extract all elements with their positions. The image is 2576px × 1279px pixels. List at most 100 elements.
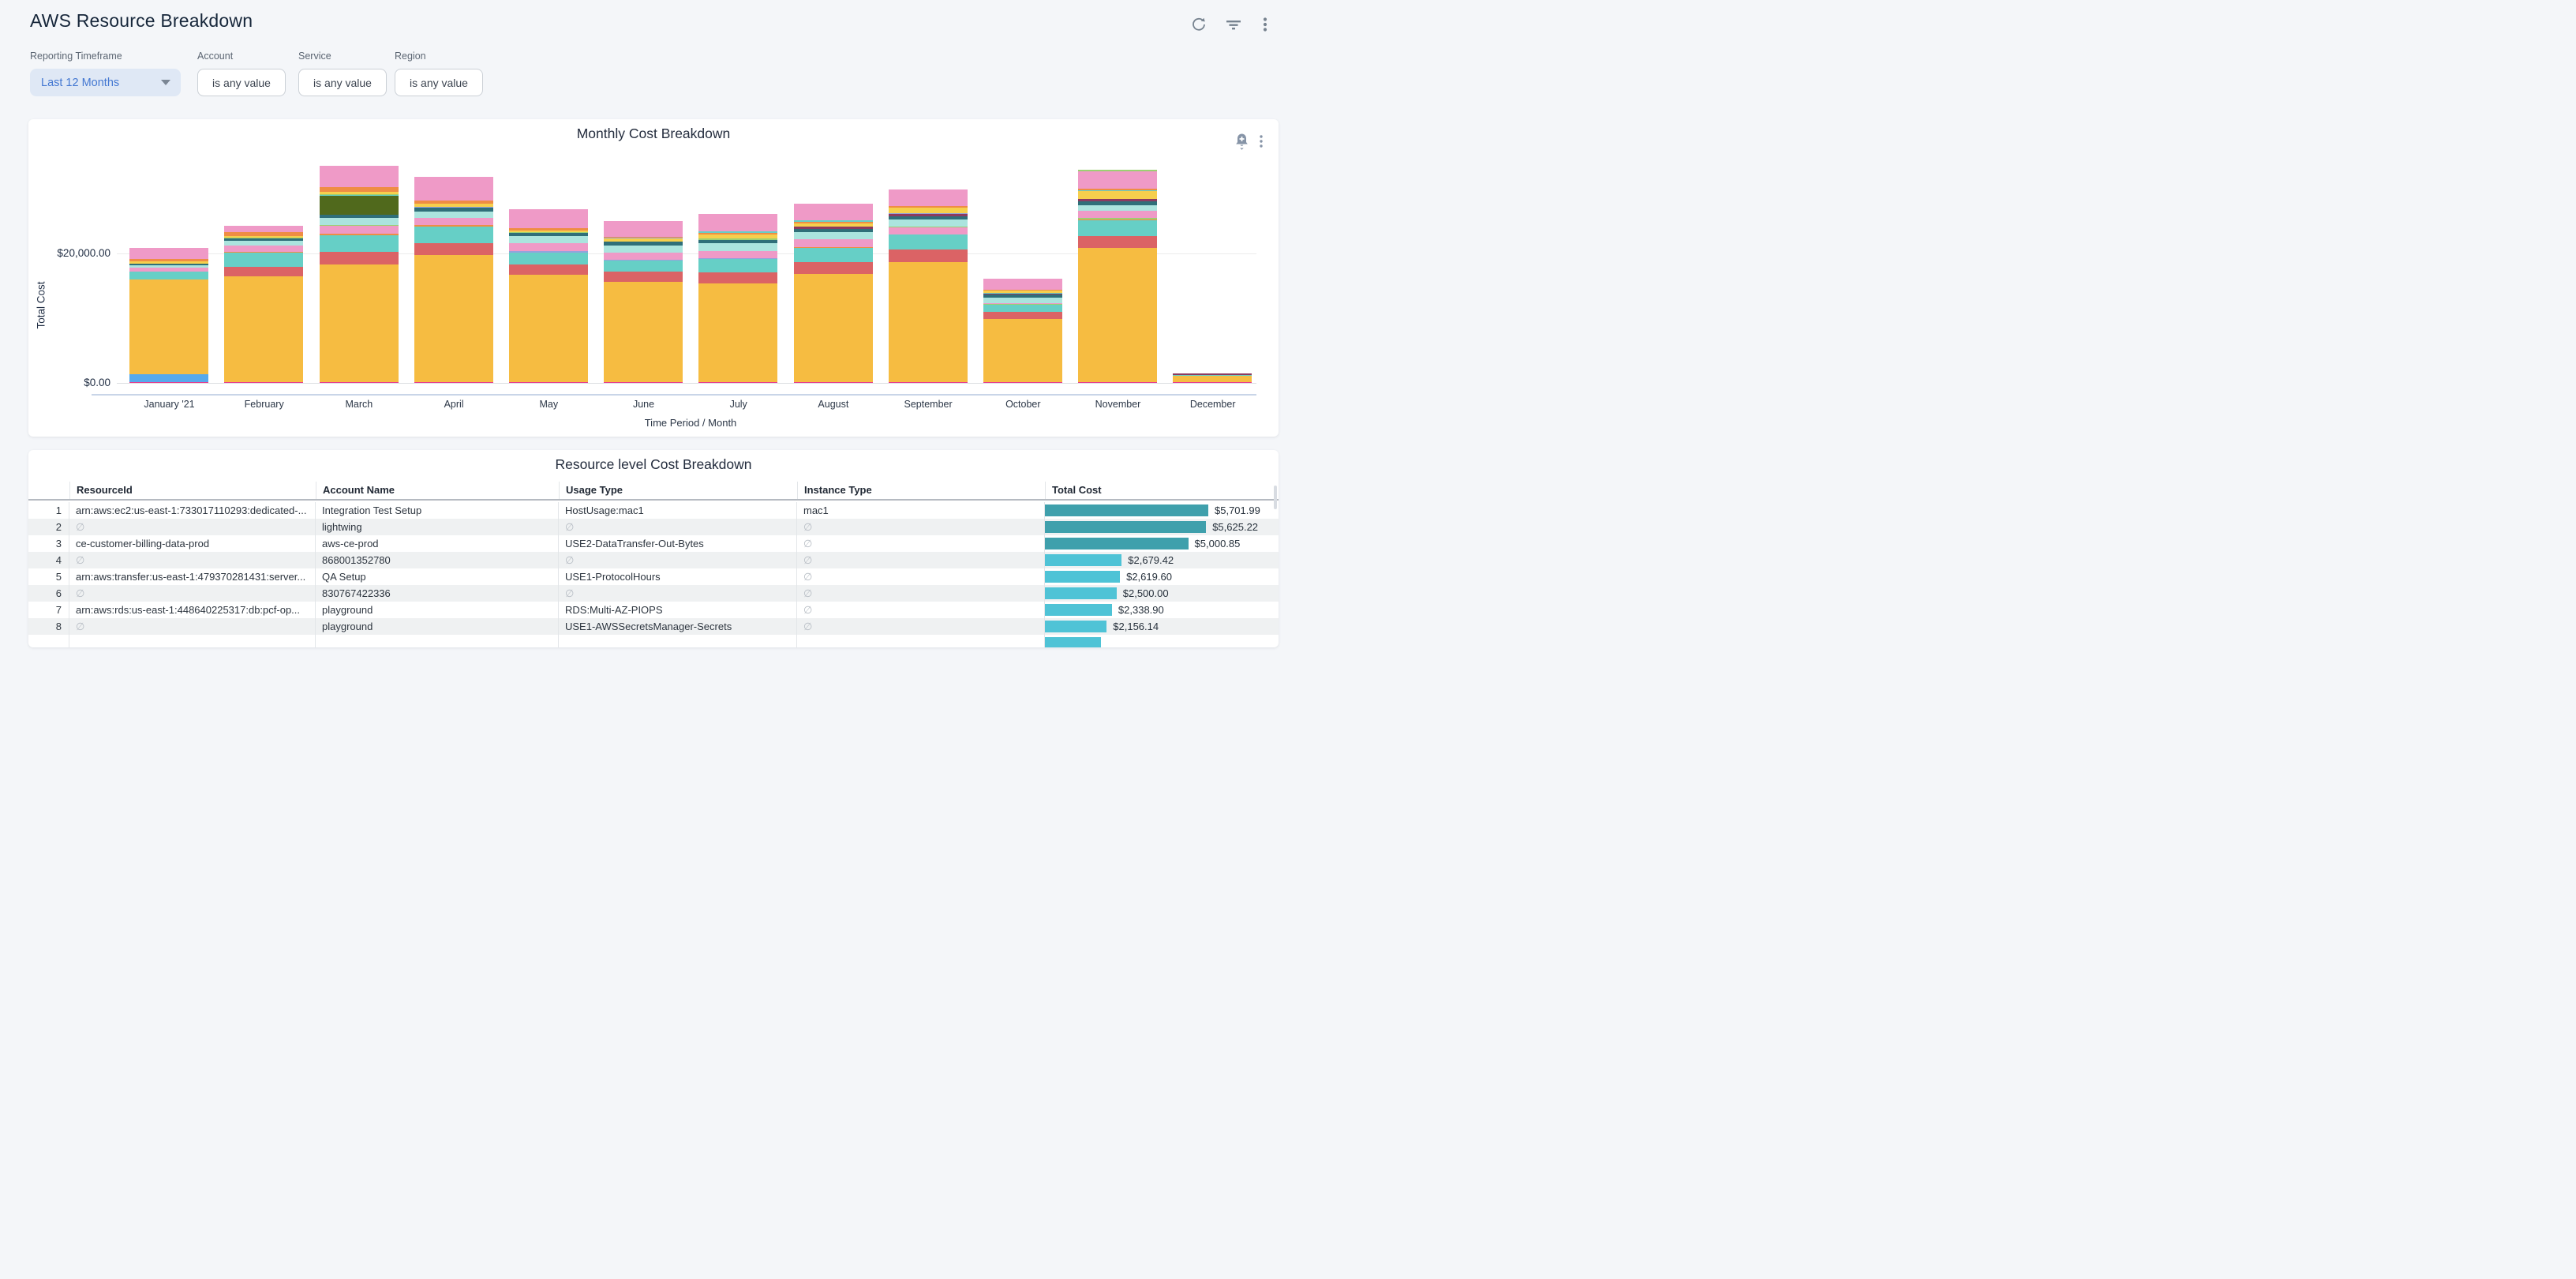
cell-usage-type[interactable]: ∅ [559, 519, 797, 535]
cell-total-cost[interactable]: $2,619.60 [1045, 568, 1279, 585]
bar-segment-amber[interactable] [794, 274, 873, 382]
stacked-bar-september[interactable] [889, 189, 968, 383]
bar-segment-magenta[interactable] [604, 382, 683, 383]
cell-resource-id[interactable]: ce-customer-billing-data-prod [69, 535, 316, 552]
bar-segment-pink[interactable] [320, 166, 399, 187]
cell-instance-type[interactable]: ∅ [797, 535, 1045, 552]
table-row[interactable]: 6∅830767422336∅∅$2,500.00 [28, 585, 1279, 602]
bar-segment-pink[interactable] [698, 214, 777, 231]
stacked-bar-october[interactable] [983, 279, 1062, 383]
cell-resource-id[interactable]: ∅ [69, 618, 316, 635]
cell-account-name[interactable]: playground [316, 602, 559, 618]
bar-segment-pink[interactable] [509, 209, 588, 228]
bar-segment-amber[interactable] [129, 279, 208, 374]
bar-segment-red[interactable] [794, 262, 873, 274]
bar-segment-amber[interactable] [889, 262, 968, 382]
bar-segment-amber[interactable] [320, 264, 399, 382]
cell-account-name[interactable]: 868001352780 [316, 552, 559, 568]
stacked-bar-february[interactable] [224, 226, 303, 383]
refresh-icon[interactable] [1189, 14, 1209, 35]
header-usage-type[interactable]: Usage Type [559, 482, 797, 499]
bar-segment-magenta[interactable] [129, 382, 208, 383]
bar-segment-magenta[interactable] [414, 382, 493, 383]
stacked-bar-june[interactable] [604, 221, 683, 383]
bar-segment-pink[interactable] [414, 177, 493, 201]
table-row[interactable]: 8∅playgroundUSE1-AWSSecretsManager-Secre… [28, 618, 1279, 635]
bar-segment-pale_cyan[interactable] [320, 218, 399, 225]
bar-segment-red[interactable] [414, 243, 493, 255]
bar-segment-red[interactable] [889, 249, 968, 262]
table-row[interactable]: 2∅lightwing∅∅$5,625.22 [28, 519, 1279, 535]
bar-segment-teal[interactable] [224, 253, 303, 266]
stacked-bar-august[interactable] [794, 204, 873, 383]
bar-segment-pale_cyan[interactable] [414, 212, 493, 218]
bar-segment-olive[interactable] [320, 196, 399, 215]
bar-segment-pale_cyan[interactable] [604, 246, 683, 253]
region-filter-button[interactable]: is any value [395, 69, 483, 96]
table-scrollbar[interactable] [1274, 486, 1277, 509]
cell-resource-id[interactable]: arn:aws:transfer:us-east-1:479370281431:… [69, 568, 316, 585]
bar-segment-magenta[interactable] [1173, 382, 1252, 383]
bar-segment-red[interactable] [983, 312, 1062, 319]
cell-total-cost[interactable] [1045, 635, 1279, 647]
bar-segment-pale_cyan[interactable] [698, 243, 777, 250]
bar-segment-pink[interactable] [509, 243, 588, 251]
cell-instance-type[interactable] [797, 635, 1045, 647]
bar-segment-red[interactable] [604, 272, 683, 282]
bar-segment-magenta[interactable] [224, 382, 303, 383]
table-row[interactable]: 5arn:aws:transfer:us-east-1:479370281431… [28, 568, 1279, 585]
cell-account-name[interactable]: Integration Test Setup [316, 502, 559, 519]
stacked-bar-november[interactable] [1078, 170, 1157, 383]
bar-segment-pale_cyan[interactable] [794, 232, 873, 239]
table-row[interactable]: 7arn:aws:rds:us-east-1:448640225317:db:p… [28, 602, 1279, 618]
cell-usage-type[interactable]: USE1-ProtocolHours [559, 568, 797, 585]
bar-segment-magenta[interactable] [1078, 382, 1157, 383]
bar-segment-pink[interactable] [224, 246, 303, 252]
bar-segment-yellow[interactable] [889, 208, 968, 213]
cell-total-cost[interactable]: $2,338.90 [1045, 602, 1279, 618]
cell-resource-id[interactable]: ∅ [69, 552, 316, 568]
header-resource-id[interactable]: ResourceId [69, 482, 316, 499]
cell-usage-type[interactable]: ∅ [559, 552, 797, 568]
bar-segment-pink[interactable] [414, 218, 493, 225]
table-row[interactable]: 1arn:aws:ec2:us-east-1:733017110293:dedi… [28, 502, 1279, 519]
bar-segment-teal[interactable] [604, 261, 683, 272]
stacked-bar-january-21[interactable] [129, 248, 208, 383]
cell-resource-id[interactable] [69, 635, 316, 647]
bar-segment-teal[interactable] [414, 227, 493, 243]
bar-segment-pink[interactable] [1078, 211, 1157, 218]
stacked-bar-july[interactable] [698, 214, 777, 383]
bar-segment-teal[interactable] [1078, 220, 1157, 236]
bar-segment-yellow[interactable] [1078, 191, 1157, 198]
bar-segment-amber[interactable] [983, 319, 1062, 382]
cell-usage-type[interactable]: HostUsage:mac1 [559, 502, 797, 519]
bar-segment-pink[interactable] [1078, 171, 1157, 189]
account-filter-button[interactable]: is any value [197, 69, 286, 96]
cell-total-cost[interactable]: $5,000.85 [1045, 535, 1279, 552]
more-options-icon[interactable] [1255, 14, 1275, 35]
cell-resource-id[interactable]: ∅ [69, 519, 316, 535]
bar-segment-amber[interactable] [224, 276, 303, 382]
bar-segment-teal[interactable] [794, 248, 873, 262]
cell-total-cost[interactable]: $5,701.99 [1045, 502, 1279, 519]
cell-account-name[interactable]: lightwing [316, 519, 559, 535]
timeframe-dropdown[interactable]: Last 12 Months [30, 69, 181, 96]
cell-total-cost[interactable]: $5,625.22 [1045, 519, 1279, 535]
bar-segment-pink[interactable] [794, 204, 873, 220]
cell-resource-id[interactable]: arn:aws:ec2:us-east-1:733017110293:dedic… [69, 502, 316, 519]
cell-total-cost[interactable]: $2,500.00 [1045, 585, 1279, 602]
cell-account-name[interactable]: 830767422336 [316, 585, 559, 602]
cell-usage-type[interactable]: USE1-AWSSecretsManager-Secrets [559, 618, 797, 635]
stacked-bar-march[interactable] [320, 166, 399, 383]
header-instance-type[interactable]: Instance Type [797, 482, 1045, 499]
bar-segment-amber[interactable] [509, 275, 588, 382]
bar-segment-magenta[interactable] [698, 382, 777, 383]
table-row[interactable]: 4∅868001352780∅∅$2,679.42 [28, 552, 1279, 568]
bar-segment-pink[interactable] [129, 248, 208, 259]
bar-segment-teal[interactable] [320, 235, 399, 253]
table-row[interactable]: 3ce-customer-billing-data-prodaws-ce-pro… [28, 535, 1279, 552]
table-row[interactable] [28, 635, 1279, 647]
bar-segment-blue[interactable] [129, 374, 208, 382]
bar-segment-magenta[interactable] [509, 382, 588, 383]
bar-segment-teal[interactable] [509, 253, 588, 265]
